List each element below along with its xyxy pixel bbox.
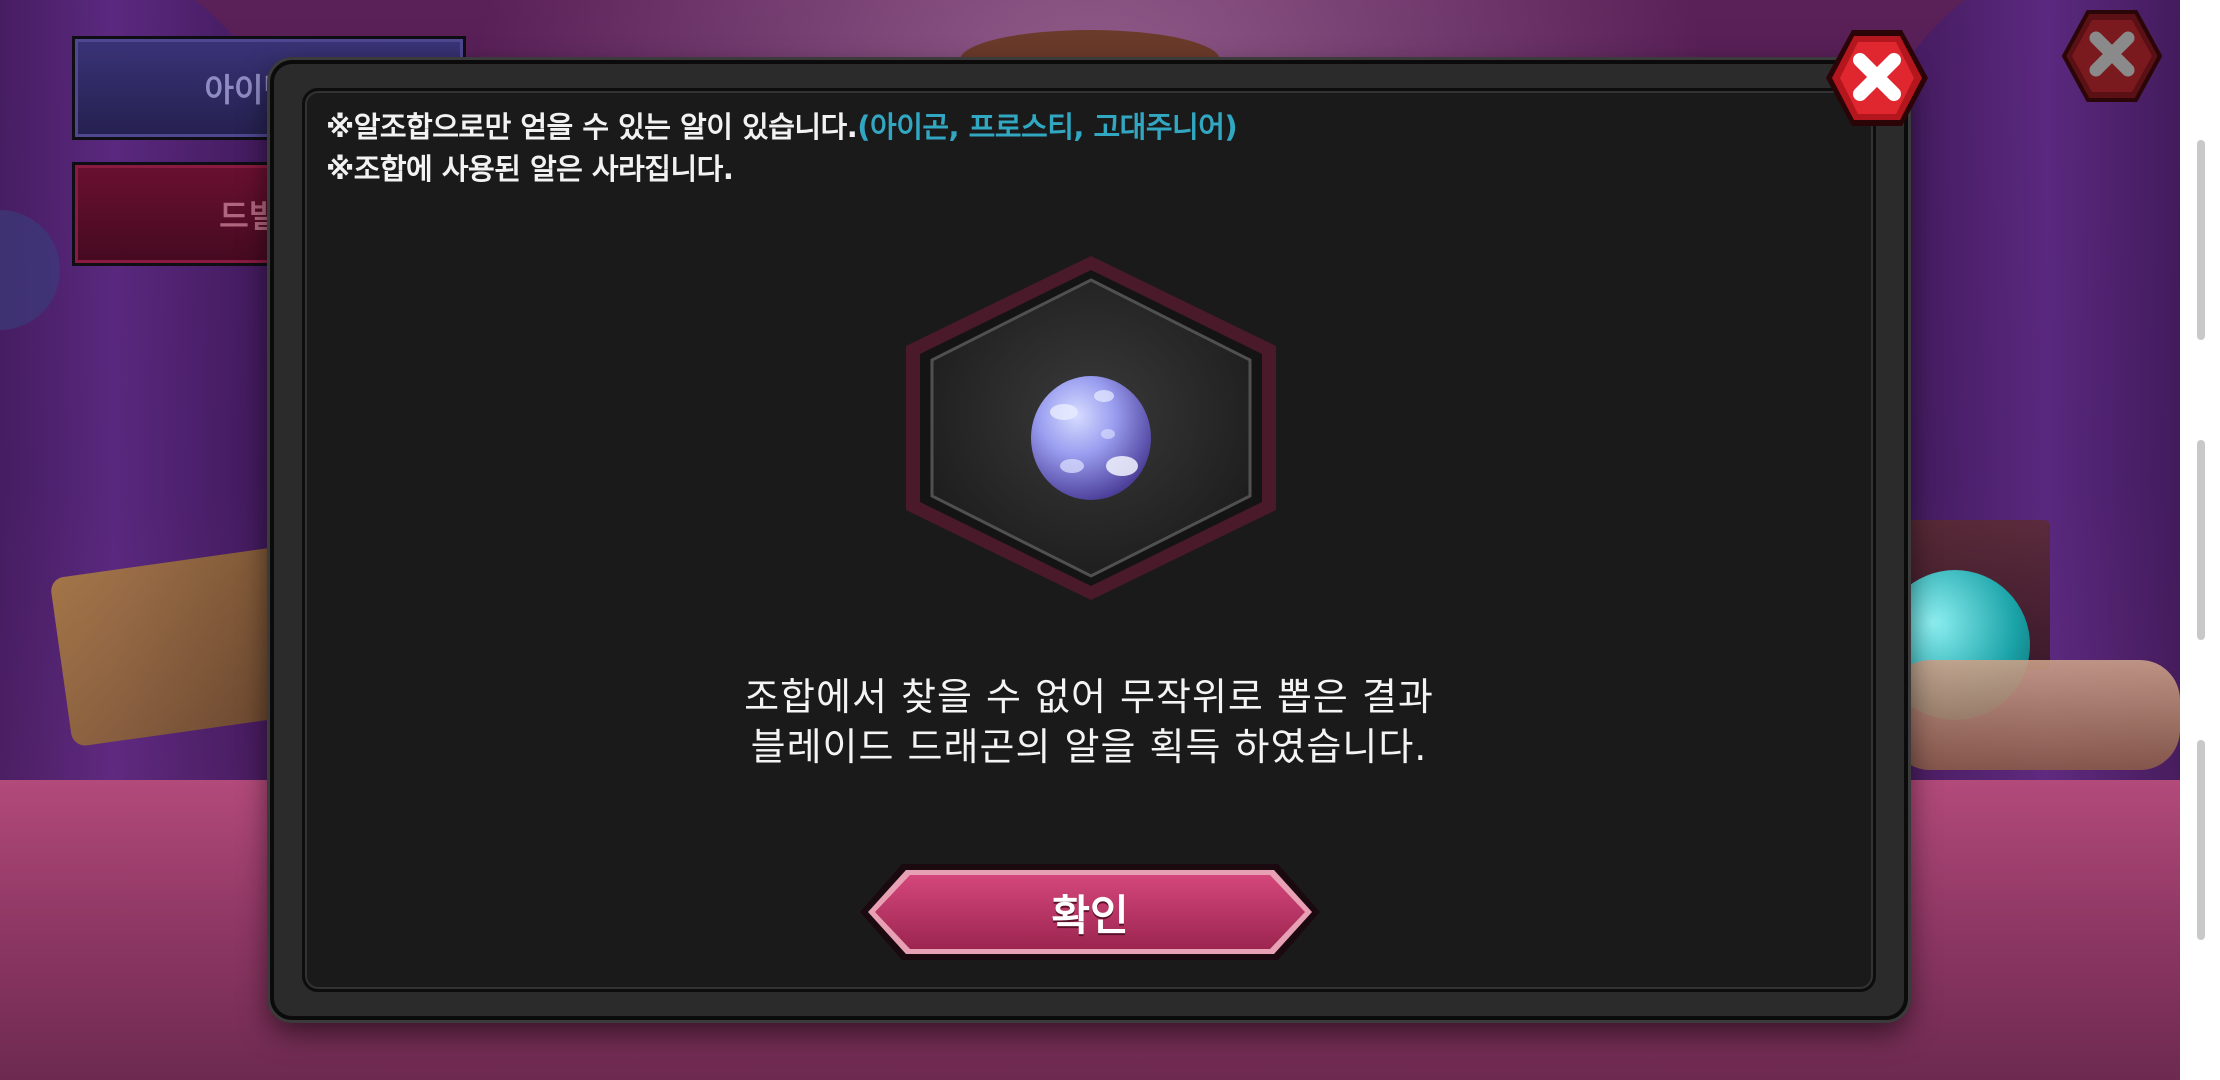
scrollbar-thumb-3[interactable]: [2197, 740, 2205, 940]
scrolls: [1890, 660, 2180, 770]
scrollbar-thumb[interactable]: [2197, 140, 2205, 340]
result-line-2: 블레이드 드래곤의 알을 획득 하였습니다.: [750, 725, 1428, 769]
notice-text: ※알조합으로만 얻을 수 있는 알이 있습니다.: [326, 110, 858, 144]
scrollbar-thumb-2[interactable]: [2197, 440, 2205, 640]
notice-line-2: ※조합에 사용된 알은 사라집니다.: [326, 152, 734, 186]
confirm-button-label: 확인: [1051, 890, 1129, 940]
result-line-1: 조합에서 찾을 수 없어 무작위로 뽑은 결과: [744, 675, 1434, 719]
egg-icon: [1026, 362, 1156, 502]
scene-close-button[interactable]: [2060, 8, 2164, 104]
dialog-close-button[interactable]: [1822, 26, 1932, 130]
notice-line-1: ※알조합으로만 얻을 수 있는 알이 있습니다.(아이곤, 프로스티, 고대주니…: [326, 104, 1238, 146]
notice-highlight: (아이곤, 프로스티, 고대주니어): [857, 110, 1238, 144]
confirm-button[interactable]: 확인: [858, 862, 1322, 962]
close-icon: [2061, 10, 2163, 102]
close-icon: [1826, 30, 1928, 126]
